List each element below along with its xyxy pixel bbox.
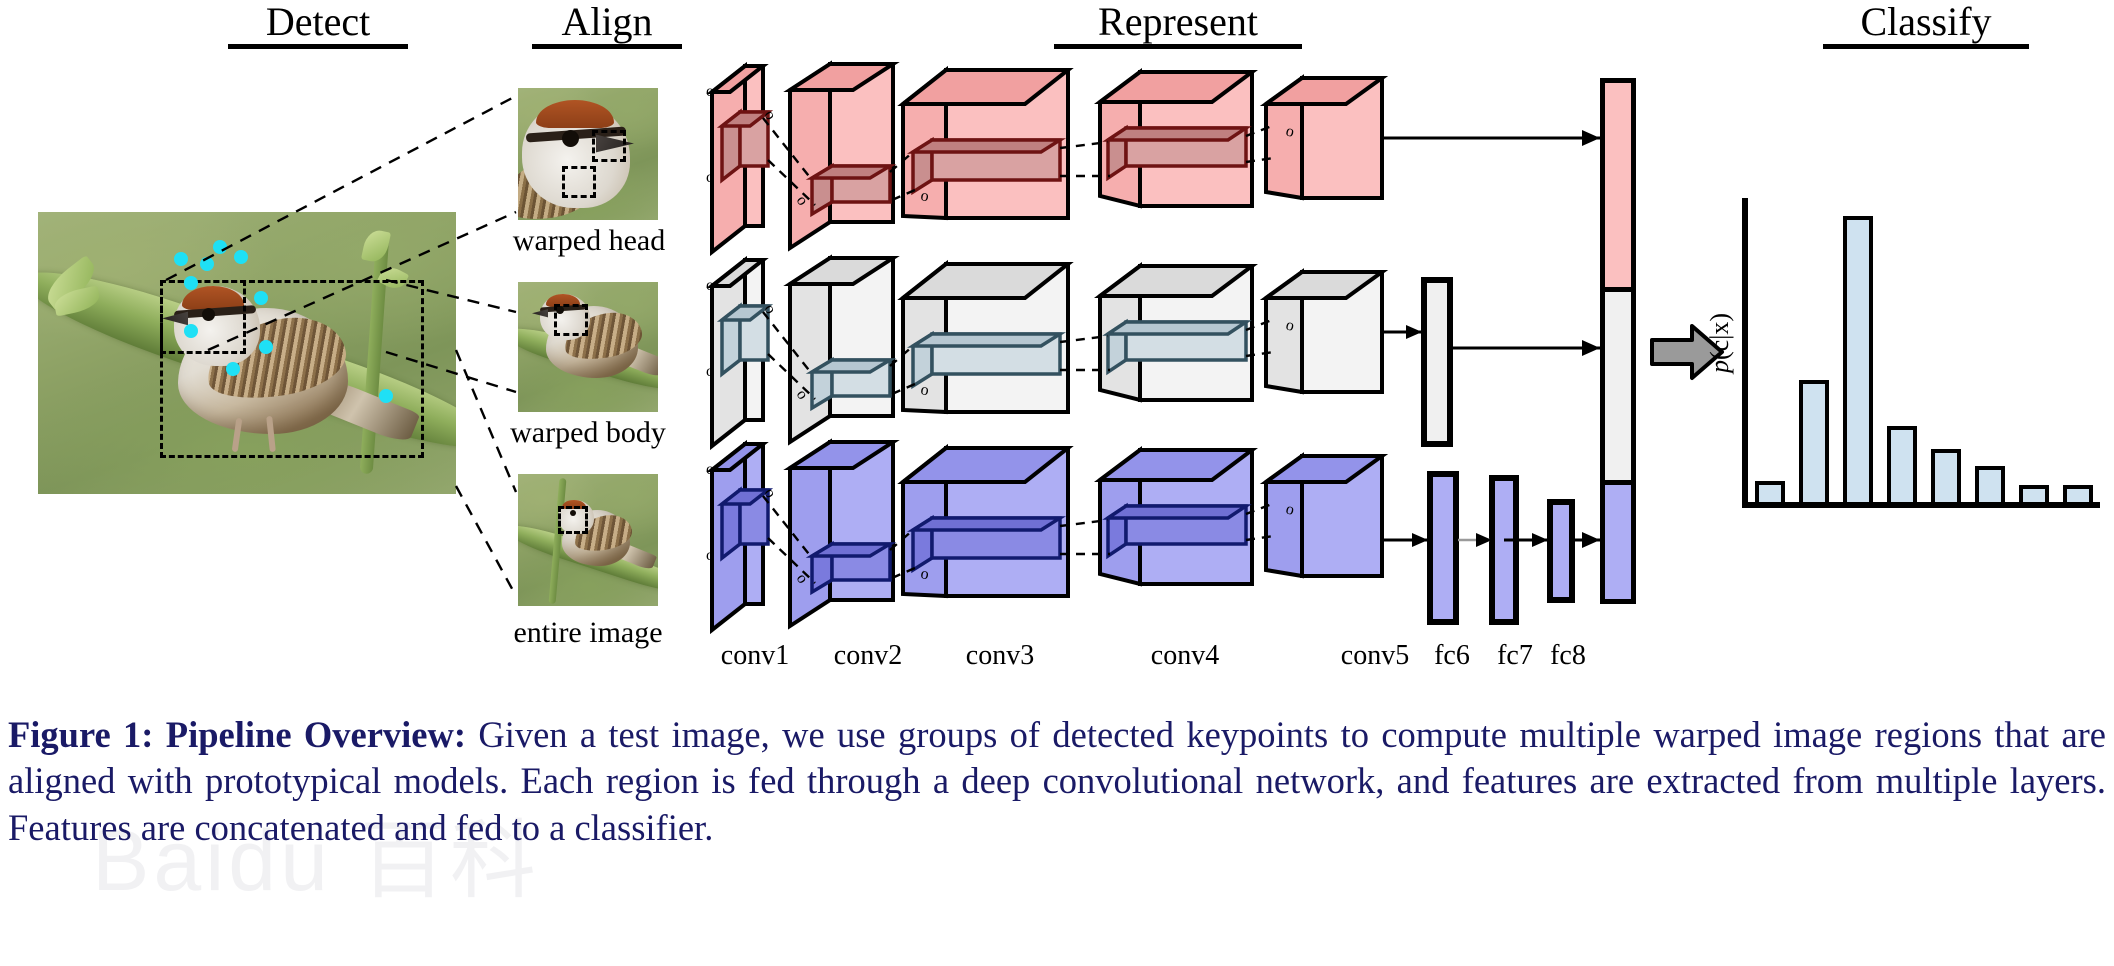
chart-bar [1799, 380, 1829, 502]
bird-eye [556, 306, 564, 314]
svg-text:o: o [706, 461, 714, 478]
classification-chart [1742, 198, 2100, 508]
chart-bar-slot [1880, 198, 1924, 502]
layer-label-conv4: conv4 [1120, 640, 1250, 672]
svg-text:o: o [706, 169, 714, 186]
region-label-entire-image-text: entire image [513, 616, 663, 649]
figure-caption: Figure 1: Pipeline Overview: Given a tes… [8, 712, 2106, 851]
keypoint [184, 276, 198, 290]
concat-segment-image [1605, 485, 1631, 599]
layer-label-conv1-text: conv1 [720, 640, 790, 671]
chart-bar [2019, 485, 2049, 502]
region-label-warped-head-text: warped head [512, 224, 666, 257]
caption-lead: Figure 1: Pipeline Overview: [8, 714, 467, 755]
cnn-row-head: o o o o o o [706, 60, 1600, 257]
chart-bar-slot [2056, 198, 2100, 502]
keypoint [226, 362, 240, 376]
svg-text:o: o [793, 571, 812, 587]
warped-head-image [518, 88, 658, 220]
stage-title-detect-label: Detect [265, 0, 371, 44]
svg-text:o: o [706, 363, 714, 380]
bird-eye [202, 308, 215, 321]
chart-bar [1755, 480, 1785, 502]
chart-bar [1931, 448, 1961, 502]
svg-text:o: o [919, 381, 930, 399]
figure-root: Detect Align Represent Classify warped h… [0, 0, 2114, 966]
layer-label-conv3: conv3 [935, 640, 1065, 672]
source-image [38, 212, 456, 494]
chart-bar-slot [2012, 198, 2056, 502]
layer-label-conv3-text: conv3 [965, 640, 1035, 671]
chart-bar [2063, 485, 2093, 502]
layer-label-fc8: fc8 [1524, 640, 1612, 672]
keypoint [259, 340, 273, 354]
svg-text:o: o [761, 302, 780, 317]
stage-title-detect: Detect [228, 0, 408, 49]
layer-label-conv1: conv1 [690, 640, 820, 672]
keypoint [254, 291, 268, 305]
svg-text:o: o [1284, 316, 1296, 334]
cnn-row-image: o o o o o o [706, 438, 1600, 635]
stage-title-align-label: Align [561, 0, 653, 44]
layer-label-conv2: conv2 [803, 640, 933, 672]
entire-image [518, 474, 658, 606]
layer-label-conv4-text: conv4 [1150, 640, 1220, 671]
chart-bar-slot [1748, 198, 1792, 502]
stage-title-classify: Classify [1823, 0, 2029, 49]
chart-y-axis-label: p(c|x) [1705, 312, 1734, 374]
region-label-warped-head: warped head [500, 224, 678, 258]
bird-crown [562, 500, 586, 509]
chart-bar [1887, 426, 1917, 502]
svg-text:o: o [919, 187, 930, 205]
svg-text:o: o [706, 547, 714, 564]
region-label-warped-body-text: warped body [510, 416, 666, 449]
chart-bar-slot [1968, 198, 2012, 502]
svg-text:o: o [919, 565, 930, 583]
region-label-entire-image: entire image [488, 616, 688, 650]
svg-text:o: o [1284, 122, 1296, 140]
keypoint [234, 250, 248, 264]
region-label-warped-body: warped body [498, 416, 678, 450]
svg-text:o: o [1284, 500, 1296, 518]
svg-text:o: o [793, 387, 812, 403]
keypoint [184, 324, 198, 338]
keypoint [213, 240, 227, 254]
concatenated-feature-vector [1600, 78, 1636, 604]
stage-title-align: Align [532, 0, 682, 49]
chart-bars [1748, 198, 2100, 502]
chart-x-axis [1742, 502, 2100, 508]
warped-body-image [518, 282, 658, 412]
layer-label-fc8-text: fc8 [1550, 640, 1586, 671]
svg-text:o: o [761, 108, 780, 123]
svg-text:o: o [761, 486, 780, 501]
chart-bar [1975, 465, 2005, 502]
chart-bar-slot [1924, 198, 1968, 502]
layer-label-conv2-text: conv2 [833, 640, 903, 671]
cnn-row-body: o o o o o o [706, 254, 1600, 451]
chart-bar [1843, 216, 1873, 502]
concat-segment-head [1605, 83, 1631, 287]
layer-label-fc6-text: fc6 [1434, 640, 1470, 671]
keypoint [174, 252, 188, 266]
stage-title-classify-label: Classify [1860, 0, 1992, 44]
svg-text:o: o [706, 277, 714, 294]
concat-segment-body [1605, 291, 1631, 481]
keypoint [200, 257, 214, 271]
bird-eye [562, 130, 579, 147]
svg-text:o: o [793, 193, 812, 209]
keypoint [379, 389, 393, 403]
bird-eye [570, 510, 576, 516]
svg-text:o: o [706, 83, 714, 100]
stage-title-represent: Represent [1054, 0, 1302, 49]
chart-bar-slot [1836, 198, 1880, 502]
chart-bar-slot [1792, 198, 1836, 502]
stage-title-represent-label: Represent [1098, 0, 1258, 44]
layer-label-conv5-text: conv5 [1340, 640, 1410, 671]
